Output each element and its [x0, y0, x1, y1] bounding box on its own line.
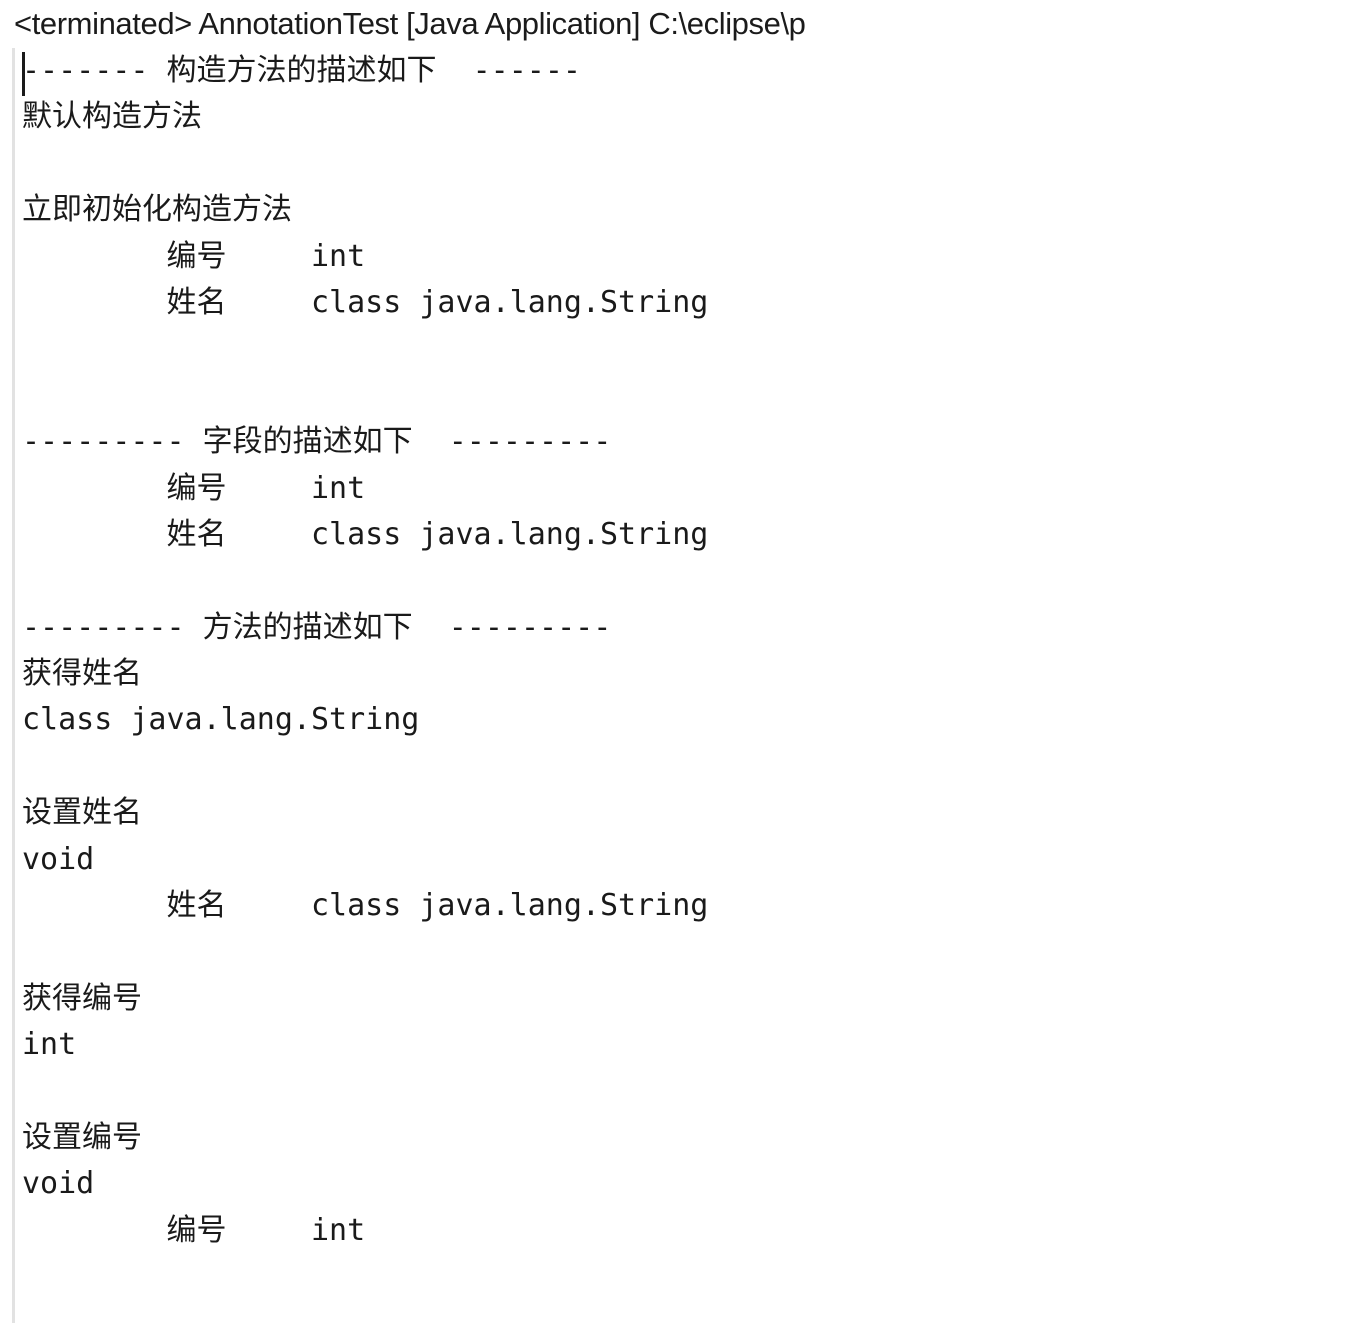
console-view: <terminated> AnnotationTest [Java Applic… — [0, 0, 1347, 1323]
console-line: 编号 int — [22, 1212, 366, 1248]
console-line: 立即初始化构造方法 — [22, 192, 292, 228]
console-launch-title: <terminated> AnnotationTest [Java Applic… — [14, 6, 806, 41]
console-line: ------- 构造方法的描述如下 ------ — [22, 53, 581, 88]
console-line: 编号 int — [22, 470, 366, 506]
console-line: 默认构造方法 — [22, 99, 202, 135]
console-output-text[interactable]: ------- 构造方法的描述如下 ------ 默认构造方法 立即初始化构造方法… — [22, 48, 1322, 1301]
console-line: 姓名 class java.lang.String — [22, 516, 709, 552]
console-line: 姓名 class java.lang.String — [22, 284, 709, 320]
console-line: int — [22, 1027, 77, 1063]
console-line: --------- 方法的描述如下 --------- — [22, 609, 612, 645]
console-line: 获得姓名 — [22, 656, 142, 692]
console-line: class java.lang.String — [22, 702, 420, 738]
console-output-area[interactable]: ------- 构造方法的描述如下 ------ 默认构造方法 立即初始化构造方法… — [0, 48, 1347, 1323]
console-line: void — [22, 841, 95, 877]
console-line: --------- 字段的描述如下 --------- — [22, 424, 612, 460]
console-line: 获得编号 — [22, 980, 142, 1016]
console-line: 姓名 class java.lang.String — [22, 888, 709, 924]
console-title-bar: <terminated> AnnotationTest [Java Applic… — [0, 0, 925, 50]
console-left-rule — [12, 48, 15, 1323]
console-line: 编号 int — [22, 238, 366, 274]
console-line: void — [22, 1166, 95, 1202]
console-line: 设置姓名 — [22, 795, 142, 831]
console-line: 设置编号 — [22, 1119, 142, 1155]
